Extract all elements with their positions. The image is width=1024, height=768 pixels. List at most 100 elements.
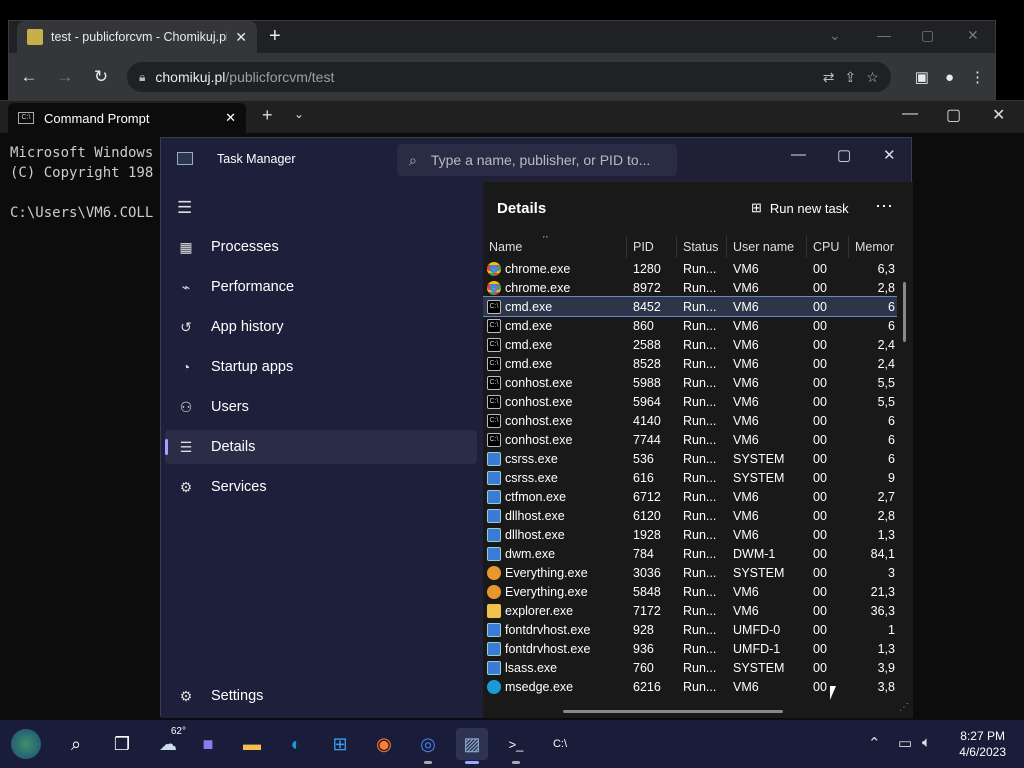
close-tab-icon[interactable]: ✕: [235, 29, 247, 46]
column-header-user[interactable]: User name: [727, 236, 807, 258]
terminal-button[interactable]: >_: [500, 728, 532, 764]
teams-chat-button[interactable]: ■: [192, 728, 224, 760]
hamburger-menu-icon[interactable]: ☰: [177, 198, 192, 218]
column-header-pid[interactable]: PID: [627, 236, 677, 258]
process-status-cell: Run...: [683, 546, 717, 561]
nav-performance[interactable]: ⌁ Performance: [165, 270, 477, 304]
chrome-menu-icon[interactable]: ⋮: [970, 68, 985, 86]
table-row[interactable]: C:\ cmd.exe 2588 Run... VM6 00 2,4: [483, 335, 897, 354]
minimize-icon[interactable]: —: [877, 27, 891, 43]
column-header-cpu[interactable]: CPU: [807, 236, 849, 258]
table-row[interactable]: C:\ conhost.exe 5964 Run... VM6 00 5,5: [483, 392, 897, 411]
close-window-icon[interactable]: ✕: [992, 105, 1005, 125]
chevron-up-icon[interactable]: ⌃: [868, 734, 881, 752]
table-row[interactable]: C:\ conhost.exe 4140 Run... VM6 00 6: [483, 411, 897, 430]
video-chat-icon: ■: [202, 733, 214, 754]
terminal-tab[interactable]: C:\ Command Prompt ✕: [8, 103, 246, 133]
column-header-name[interactable]: Name ^: [483, 236, 627, 258]
table-row[interactable]: fontdrvhost.exe 928 Run... UMFD-0 00 1: [483, 620, 897, 639]
folder-icon: ▬: [243, 733, 261, 754]
process-cpu-cell: 00: [813, 299, 827, 314]
volume-icon[interactable]: 🔈︎: [922, 734, 931, 751]
side-panel-icon[interactable]: ▣: [915, 68, 929, 86]
column-header-status[interactable]: Status: [677, 236, 727, 258]
table-row[interactable]: dllhost.exe 1928 Run... VM6 00 1,3: [483, 525, 897, 544]
profile-avatar-icon[interactable]: ●: [945, 69, 954, 86]
table-row[interactable]: dwm.exe 784 Run... DWM-1 00 84,1: [483, 544, 897, 563]
minimize-icon[interactable]: —: [791, 146, 806, 163]
new-tab-button[interactable]: +: [269, 25, 281, 48]
process-cpu-cell: 00: [813, 413, 827, 428]
firefox-button[interactable]: ◉: [368, 728, 400, 760]
process-name-cell: dwm.exe: [483, 546, 627, 561]
process-pid-cell: 6712: [633, 489, 661, 504]
search-button[interactable]: ⌕: [60, 728, 92, 760]
address-bar[interactable]: 🔒︎ chomikuj.pl/publicforcvm/test ⇄ ⇪ ☆: [127, 62, 891, 92]
reload-icon[interactable]: ↻: [91, 67, 111, 87]
chrome-button[interactable]: ◎: [412, 728, 444, 764]
chrome-tab[interactable]: test - publicforcvm - Chomikuj.pl ✕: [17, 21, 257, 53]
close-tab-icon[interactable]: ✕: [225, 110, 236, 126]
process-user-cell: SYSTEM: [733, 451, 785, 466]
nav-services[interactable]: ⚙ Services: [165, 470, 477, 504]
table-row[interactable]: lsass.exe 760 Run... SYSTEM 00 3,9: [483, 658, 897, 677]
column-header-memory[interactable]: Memor: [849, 236, 913, 258]
minimize-icon[interactable]: —: [902, 105, 918, 123]
maximize-icon[interactable]: ▢: [921, 27, 934, 44]
run-new-task-button[interactable]: ⊞ Run new task: [751, 200, 849, 216]
cmd-button[interactable]: C:\: [544, 728, 576, 760]
win-process-icon: [487, 470, 501, 485]
table-row[interactable]: C:\ cmd.exe 8528 Run... VM6 00 2,4: [483, 354, 897, 373]
start-button[interactable]: [10, 728, 42, 760]
nav-details[interactable]: ☰ Details: [165, 430, 477, 464]
table-row[interactable]: ctfmon.exe 6712 Run... VM6 00 2,7: [483, 487, 897, 506]
share-icon[interactable]: ⇪: [844, 69, 856, 86]
file-explorer-button[interactable]: ▬: [236, 728, 268, 760]
task-manager-button[interactable]: ▨: [456, 728, 488, 764]
table-row[interactable]: csrss.exe 536 Run... SYSTEM 00 6: [483, 449, 897, 468]
table-row[interactable]: chrome.exe 1280 Run... VM6 00 6,3: [483, 259, 897, 278]
table-row[interactable]: C:\ cmd.exe 8452 Run... VM6 00 6: [483, 296, 897, 317]
back-icon[interactable]: ←: [19, 67, 39, 87]
store-button[interactable]: ⊞: [324, 728, 356, 760]
process-name-cell: C:\ conhost.exe: [483, 375, 627, 390]
system-clock[interactable]: 8:27 PM 4/6/2023: [959, 728, 1006, 760]
table-row[interactable]: Everything.exe 5848 Run... VM6 00 21,3: [483, 582, 897, 601]
close-window-icon[interactable]: ✕: [967, 27, 979, 44]
close-window-icon[interactable]: ✕: [883, 146, 896, 164]
nav-startup-apps[interactable]: ◔ Startup apps: [165, 350, 477, 384]
horizontal-scrollbar[interactable]: [563, 710, 783, 713]
translate-icon[interactable]: ⇄: [823, 69, 835, 86]
nav-processes[interactable]: ▦ Processes: [165, 230, 477, 264]
table-row[interactable]: fontdrvhost.exe 936 Run... UMFD-1 00 1,3: [483, 639, 897, 658]
search-input[interactable]: ⌕ Type a name, publisher, or PID to...: [397, 144, 677, 176]
bookmark-star-icon[interactable]: ☆: [866, 69, 879, 86]
task-view-icon: ❐: [113, 733, 131, 754]
table-row[interactable]: csrss.exe 616 Run... SYSTEM 00 9: [483, 468, 897, 487]
nav-app-history[interactable]: ↺ App history: [165, 310, 477, 344]
task-view-button[interactable]: ❐: [106, 728, 138, 760]
table-row[interactable]: C:\ cmd.exe 860 Run... VM6 00 6: [483, 316, 897, 335]
table-row[interactable]: dllhost.exe 6120 Run... VM6 00 2,8: [483, 506, 897, 525]
edge-button[interactable]: ◐: [280, 728, 312, 760]
table-row[interactable]: C:\ conhost.exe 7744 Run... VM6 00 6: [483, 430, 897, 449]
resize-grip-icon[interactable]: ⋰: [899, 702, 909, 713]
more-options-icon[interactable]: ⋯: [875, 196, 893, 217]
table-row[interactable]: explorer.exe 7172 Run... VM6 00 36,3: [483, 601, 897, 620]
nav-settings[interactable]: ⚙ Settings: [165, 679, 477, 713]
maximize-icon[interactable]: ▢: [946, 105, 961, 125]
nav-users[interactable]: ⚇ Users: [165, 390, 477, 424]
weather-widget[interactable]: ☁ 62°: [150, 726, 186, 760]
process-name-cell: Everything.exe: [483, 565, 627, 580]
forward-icon[interactable]: →: [55, 67, 75, 87]
vertical-scrollbar[interactable]: [903, 282, 906, 342]
table-row[interactable]: C:\ conhost.exe 5988 Run... VM6 00 5,5: [483, 373, 897, 392]
maximize-icon[interactable]: ▢: [837, 146, 851, 164]
tab-search-icon[interactable]: ⌄: [829, 27, 841, 44]
table-row[interactable]: Everything.exe 3036 Run... SYSTEM 00 3: [483, 563, 897, 582]
chevron-down-icon[interactable]: ⌄: [294, 107, 304, 121]
table-row[interactable]: chrome.exe 8972 Run... VM6 00 2,8: [483, 278, 897, 297]
new-tab-button[interactable]: +: [262, 105, 273, 126]
network-icon[interactable]: ▭: [898, 734, 912, 752]
lock-icon[interactable]: 🔒︎: [139, 70, 145, 85]
